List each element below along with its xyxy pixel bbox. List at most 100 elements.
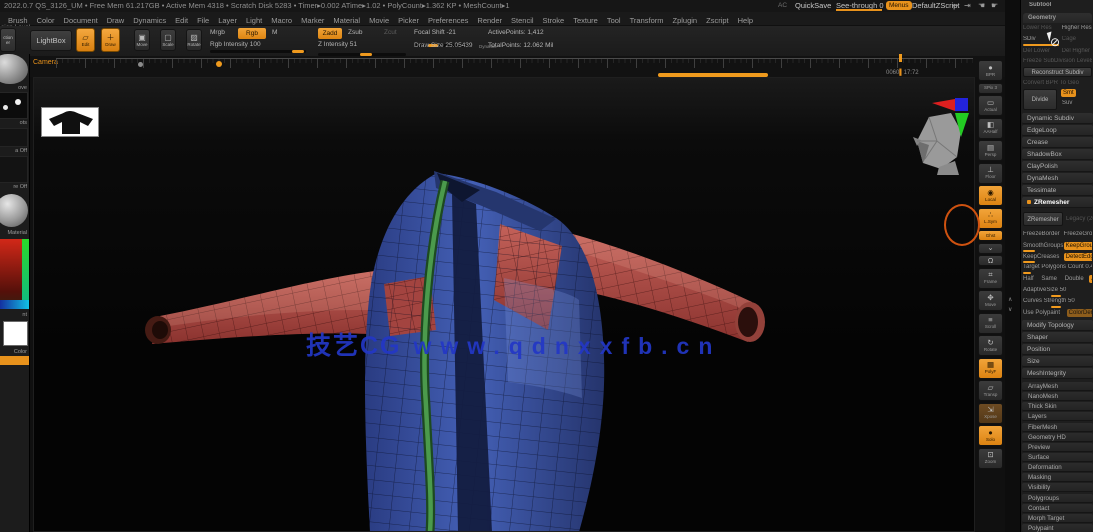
stroke-thumbnail[interactable]	[0, 92, 28, 119]
section-row[interactable]: EdgeLoop	[1022, 125, 1093, 136]
zoom-button[interactable]: ⊡ Zoom	[978, 447, 1003, 469]
bpr-button[interactable]: ● BPR	[978, 60, 1003, 81]
section-row[interactable]: Thick Skin	[1022, 402, 1093, 412]
cage-button[interactable]: Cage	[1062, 36, 1076, 42]
hand-left-icon[interactable]: ☚	[978, 0, 985, 12]
section-row[interactable]: Dynamic Subdiv	[1022, 113, 1093, 124]
material-thumbnail[interactable]	[0, 194, 28, 227]
section-row[interactable]: Modify Topology	[1022, 320, 1093, 331]
spix-slider[interactable]: SPix 3	[978, 82, 1003, 94]
section-row[interactable]: FiberMesh	[1022, 422, 1093, 432]
draw-button[interactable]: ＋ Draw	[101, 28, 120, 52]
rgb-intensity-slider[interactable]	[210, 50, 306, 53]
same-button[interactable]: Same	[1041, 276, 1057, 282]
freeze-groups-button[interactable]: FreezeGro	[1064, 231, 1092, 237]
section-row[interactable]: Shaper	[1022, 332, 1093, 343]
rotate-nav-button[interactable]: ↻ Rotate	[978, 335, 1003, 356]
section-row[interactable]: MeshIntegrity	[1022, 368, 1093, 379]
section-row[interactable]: Visibility	[1022, 483, 1093, 493]
spin-toggle-icon[interactable]: Ω	[978, 255, 1003, 266]
section-row[interactable]: Deformation	[1022, 463, 1093, 473]
switch-color-swatch[interactable]	[3, 321, 28, 346]
higher-res-button[interactable]: Higher Res	[1062, 25, 1092, 31]
section-row[interactable]: Contact	[1022, 503, 1093, 513]
solo-button[interactable]: ● Solo	[978, 425, 1003, 446]
legacy-toggle[interactable]: Legacy (20	[1066, 216, 1093, 222]
actual-button[interactable]: ▭ Actual	[978, 95, 1003, 116]
document-canvas[interactable]: 技艺CG www.qdnxxfb.cn	[33, 77, 975, 532]
section-row[interactable]: Position	[1022, 344, 1093, 355]
section-row[interactable]: Tessimate	[1022, 185, 1093, 196]
camera-label[interactable]: Camera	[33, 59, 58, 66]
section-row[interactable]: Polypaint	[1022, 523, 1093, 532]
del-higher-button[interactable]: Del Higher	[1062, 48, 1090, 54]
lightbox-button[interactable]: LightBox	[30, 30, 72, 51]
axis-gizmo[interactable]	[931, 96, 975, 138]
local-button[interactable]: ◉ Local	[978, 185, 1003, 206]
smooth-groups-slider[interactable]: SmoothGroups	[1023, 243, 1063, 249]
reconstruct-subdiv-button[interactable]: Reconstruct Subdiv	[1023, 67, 1092, 77]
freeze-subdivision-button[interactable]: Freeze SubDivision Levels	[1023, 58, 1092, 64]
divide-button[interactable]: Divide	[1023, 89, 1057, 110]
target-polygons-slider[interactable]: Target Polygons Count 0.42	[1023, 264, 1092, 270]
aahalf-button[interactable]: ◧ AAHalf	[978, 117, 1003, 139]
m-button[interactable]: M	[272, 29, 277, 36]
geometry-header[interactable]: Geometry	[1023, 13, 1092, 23]
keep-groups-toggle[interactable]: KeepGroups	[1063, 242, 1092, 250]
section-row[interactable]: ClayPolish	[1022, 161, 1093, 172]
persp-button[interactable]: ▤ Persp	[978, 140, 1003, 161]
timeline-scroll-thumb[interactable]	[658, 73, 768, 77]
subtool-header[interactable]: Subtool	[1029, 2, 1093, 8]
section-row[interactable]: Crease	[1022, 137, 1093, 148]
section-row[interactable]: Masking	[1022, 473, 1093, 483]
quicksave-button[interactable]: QuickSave	[795, 0, 831, 12]
redo-icon[interactable]: ⇥	[964, 0, 971, 12]
hand-right-icon[interactable]: ☛	[991, 0, 998, 12]
orange-swatch-bar[interactable]	[0, 356, 29, 365]
polyframe-button[interactable]: ▦ PolyF	[978, 357, 1003, 379]
zcut-button[interactable]: Zcut	[384, 29, 397, 36]
use-polypaint-toggle[interactable]: Use Polypaint	[1023, 310, 1065, 316]
section-row[interactable]: Size	[1022, 356, 1093, 367]
zsub-button[interactable]: Zsub	[348, 29, 362, 36]
lsym-button[interactable]: ∴ L.Sym	[978, 207, 1003, 229]
undo-icon[interactable]: ⇤	[952, 0, 959, 12]
current-tool-thumbnail[interactable]	[41, 107, 99, 137]
frame-button[interactable]: ⌗ Frame	[978, 267, 1003, 289]
zremesher-button[interactable]: ZRemesher	[1023, 212, 1063, 226]
adaptive-size-slider[interactable]: AdaptiveSize 50	[1023, 287, 1092, 293]
half-button[interactable]: Half	[1023, 276, 1034, 282]
color-density-toggle[interactable]: ColorDensity	[1066, 309, 1092, 317]
section-row[interactable]: Layers	[1022, 412, 1093, 422]
scroll-button[interactable]: ≡ Scroll	[978, 312, 1003, 334]
projection-master-button-clipped[interactable]: ction er	[0, 28, 16, 52]
transp-button[interactable]: ▱ Transp	[978, 380, 1003, 401]
section-row[interactable]: DynaMesh	[1022, 173, 1093, 184]
section-row[interactable]: Preview	[1022, 442, 1093, 452]
timeline-key-gray[interactable]	[138, 62, 143, 67]
section-row[interactable]: Polygroups	[1022, 493, 1093, 503]
menus-button[interactable]: Menus	[886, 1, 912, 10]
xpose-button[interactable]: ⇲ Xpose	[978, 402, 1003, 424]
rotate-button[interactable]: ▨ Rotate	[186, 29, 202, 51]
mrgb-button[interactable]: Mrgb	[210, 29, 225, 36]
suv-toggle[interactable]: Suv	[1062, 100, 1090, 106]
scroll-down-icon[interactable]: ∨	[1008, 306, 1012, 313]
smt-toggle[interactable]: Smt	[1061, 89, 1076, 97]
ghost-button[interactable]: Ghst	[978, 230, 1003, 241]
freeze-border-button[interactable]: FreezeBorder	[1023, 231, 1062, 237]
floor-button[interactable]: ⊥ Floor	[978, 162, 1003, 184]
scroll-up-icon[interactable]: ∧	[1008, 296, 1012, 303]
alpha-thumbnail[interactable]	[0, 128, 28, 147]
color-picker-gradient[interactable]	[0, 239, 29, 309]
section-row[interactable]: ArrayMesh	[1022, 382, 1093, 391]
section-row[interactable]: Geometry HD	[1022, 432, 1093, 442]
texture-thumbnail[interactable]	[0, 156, 28, 183]
section-row[interactable]: Surface	[1022, 452, 1093, 462]
section-row[interactable]: Morph Target	[1022, 513, 1093, 523]
double-button[interactable]: Double	[1065, 276, 1084, 282]
edit-button[interactable]: ▱ Edit	[76, 28, 95, 52]
section-row[interactable]: ZRemesher	[1022, 197, 1093, 208]
brush-thumbnail[interactable]	[0, 54, 28, 84]
convert-bpr-button[interactable]: Convert BPR To Geo	[1023, 80, 1092, 86]
